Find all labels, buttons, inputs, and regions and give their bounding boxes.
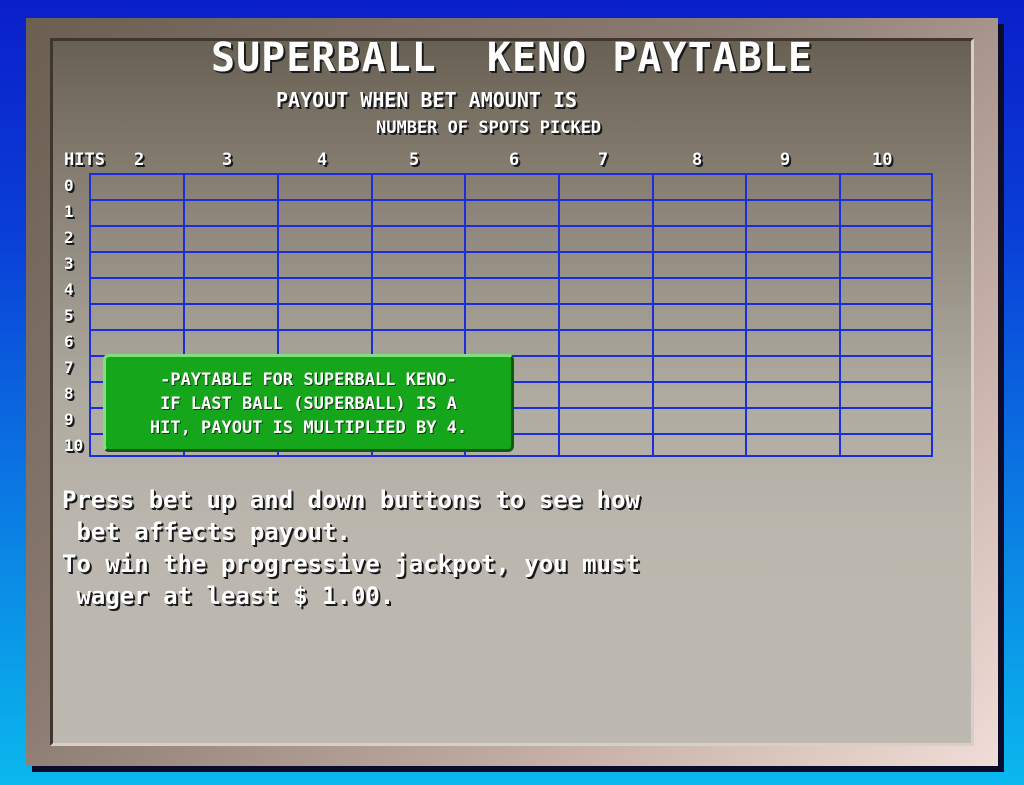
popup-line: HIT, PAYOUT IS MULTIPLIED BY 4. — [149, 418, 468, 438]
info-text-line: Press bet up and down buttons to see how — [62, 486, 640, 514]
page-title: SUPERBALL KENO PAYTABLE — [211, 35, 813, 81]
hits-header: HITS — [64, 150, 105, 170]
spots-column-header: 2 — [134, 150, 145, 170]
hits-row-label: 5 — [64, 306, 74, 325]
info-text-line: wager at least $ 1.00. — [62, 582, 395, 610]
grid-row-divider — [91, 225, 931, 227]
grid-row-divider — [91, 329, 931, 331]
hits-row-label: 6 — [64, 332, 74, 351]
grid-row-divider — [91, 277, 931, 279]
hits-row-label: 2 — [64, 228, 74, 247]
subtitle-bet-amount: PAYOUT WHEN BET AMOUNT IS — [276, 88, 578, 112]
hits-row-label: 4 — [64, 280, 74, 299]
popup-line: -PAYTABLE FOR SUPERBALL KENO- — [160, 370, 457, 390]
hits-row-label: 7 — [64, 358, 74, 377]
spots-column-header: 10 — [872, 150, 893, 170]
spots-column-header: 4 — [317, 150, 328, 170]
hits-row-label: 10 — [64, 436, 84, 455]
spots-column-header: 3 — [222, 150, 233, 170]
grid-row-divider — [91, 303, 931, 305]
spots-column-header: 8 — [692, 150, 703, 170]
hits-row-label: 8 — [64, 384, 74, 403]
subtitle-spots-picked: NUMBER OF SPOTS PICKED — [376, 118, 602, 138]
spots-column-header: 6 — [509, 150, 520, 170]
hits-row-label: 0 — [64, 176, 74, 195]
superball-info-popup: -PAYTABLE FOR SUPERBALL KENO- IF LAST BA… — [103, 354, 514, 452]
grid-column-divider — [652, 175, 654, 455]
info-text-line: bet affects payout. — [62, 518, 351, 546]
grid-column-divider — [745, 175, 747, 455]
grid-row-divider — [91, 251, 931, 253]
hits-row-label: 9 — [64, 410, 74, 429]
spots-column-header: 7 — [598, 150, 609, 170]
info-text-line: To win the progressive jackpot, you must — [62, 550, 640, 578]
grid-row-divider — [91, 199, 931, 201]
hits-row-label: 1 — [64, 202, 74, 221]
popup-line: IF LAST BALL (SUPERBALL) IS A — [160, 394, 457, 414]
spots-column-header: 5 — [409, 150, 420, 170]
grid-column-divider — [558, 175, 560, 455]
grid-column-divider — [839, 175, 841, 455]
hits-row-label: 3 — [64, 254, 74, 273]
spots-column-header: 9 — [780, 150, 791, 170]
